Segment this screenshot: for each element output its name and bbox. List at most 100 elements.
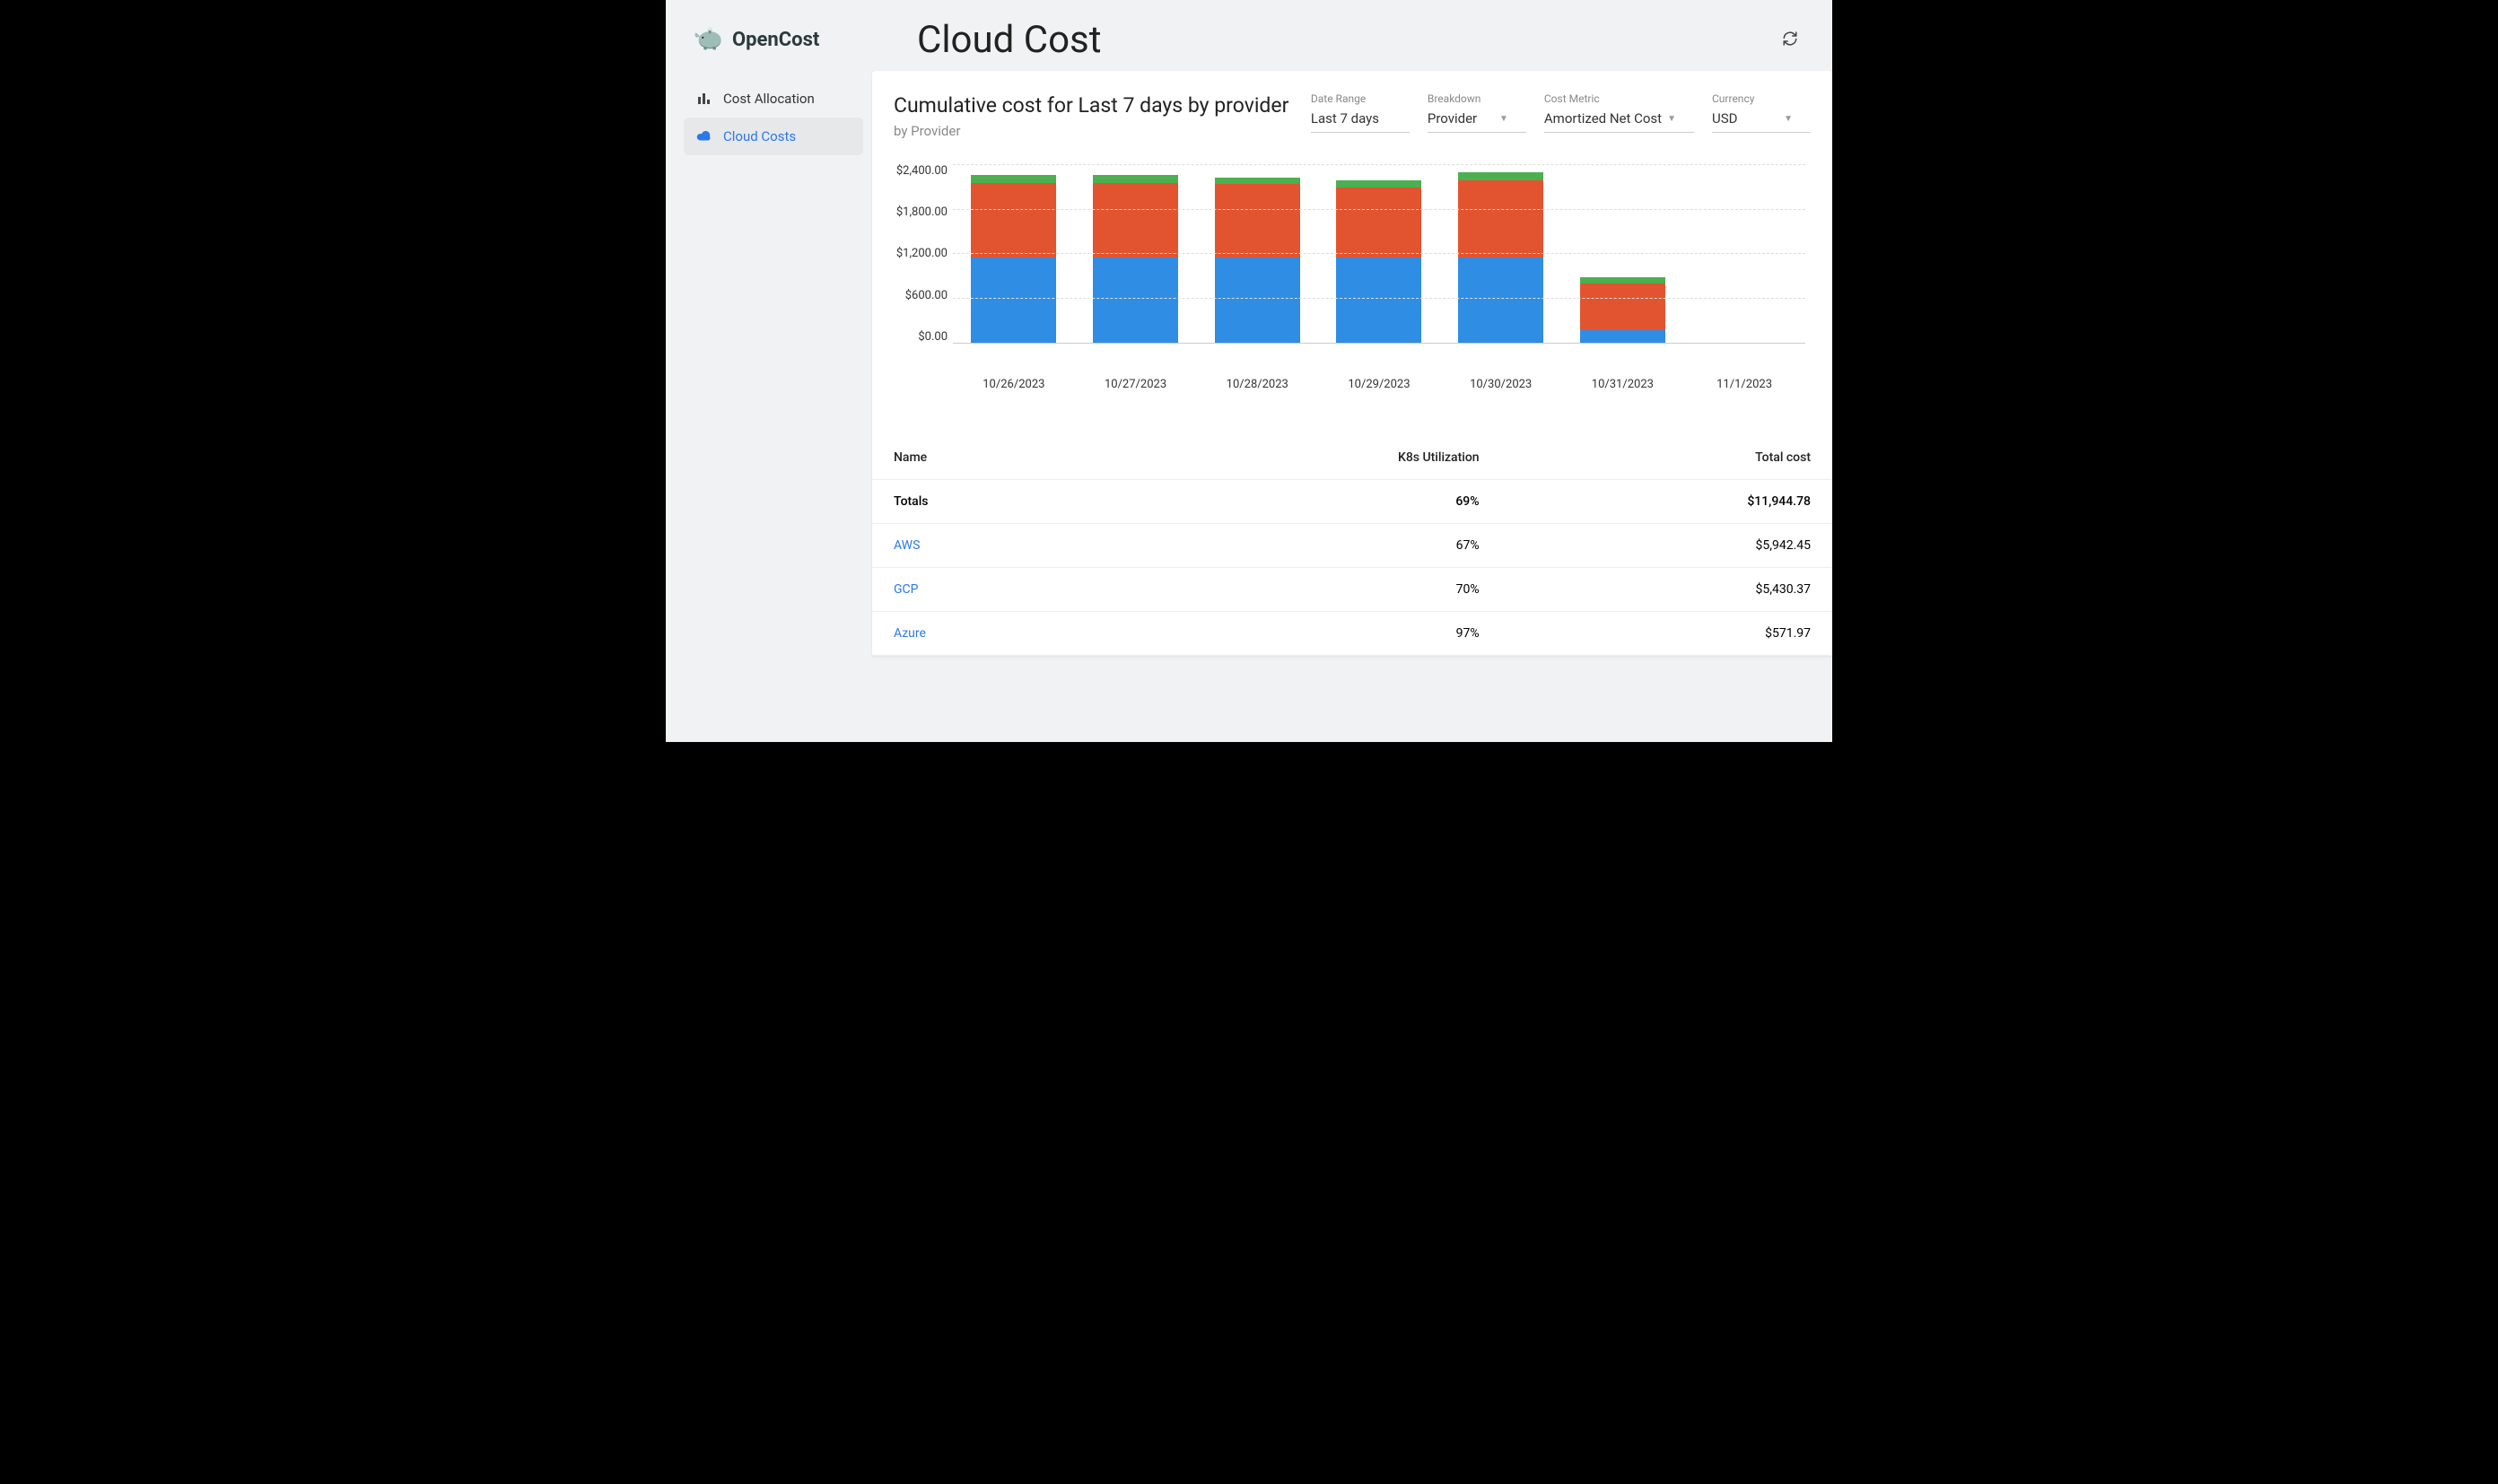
bar-segment <box>1215 184 1300 258</box>
bar-column <box>1093 175 1178 343</box>
filter-bar: Date Range Last 7 days Breakdown Provide… <box>1311 92 1811 133</box>
grid-line <box>953 209 1805 210</box>
x-axis: 10/26/2023 10/27/2023 10/28/2023 10/29/2023… <box>953 371 1805 391</box>
bar-segment <box>1093 183 1178 258</box>
table-header-row: Name K8s Utilization Total cost <box>872 436 1832 480</box>
select-value: USD <box>1712 110 1737 127</box>
grid-line <box>953 164 1805 165</box>
piggy-bank-icon <box>693 22 725 58</box>
sidebar: Cost Allocation Cloud Costs <box>666 71 872 656</box>
refresh-button[interactable] <box>1782 30 1798 51</box>
bar-column <box>1215 178 1300 343</box>
table-row: AWS67%$5,942.45 <box>872 523 1832 567</box>
cell-utilization: 97% <box>1114 611 1500 655</box>
x-tick: 10/30/2023 <box>1458 378 1543 391</box>
bar-column <box>1336 180 1421 343</box>
x-tick: 10/31/2023 <box>1580 378 1665 391</box>
cell-name[interactable]: GCP <box>872 567 1114 611</box>
table-row: Azure97%$571.97 <box>872 611 1832 655</box>
x-tick: 11/1/2023 <box>1702 378 1787 391</box>
y-axis: $2,400.00 $1,800.00 $1,200.00 $600.00 $0.00 <box>881 164 953 344</box>
y-tick: $600.00 <box>905 289 948 302</box>
y-tick: $0.00 <box>918 330 948 344</box>
bar-column <box>971 175 1056 343</box>
filter-label-date-range: Date Range <box>1311 92 1410 105</box>
cell-total: $5,430.37 <box>1501 567 1832 611</box>
bar-segment <box>1458 172 1543 180</box>
bar-segment <box>1336 258 1421 343</box>
bar-chart-icon <box>696 91 712 107</box>
currency-select[interactable]: USD ▼ <box>1712 107 1811 133</box>
select-value: Last 7 days <box>1311 110 1379 127</box>
filter-label-currency: Currency <box>1712 92 1811 105</box>
x-tick: 10/29/2023 <box>1336 378 1421 391</box>
sidebar-item-label: Cost Allocation <box>723 91 815 107</box>
brand-name: OpenCost <box>732 29 819 51</box>
sidebar-item-cost-allocation[interactable]: Cost Allocation <box>684 80 863 118</box>
filter-label-cost-metric: Cost Metric <box>1544 92 1694 105</box>
chevron-down-icon: ▼ <box>1667 114 1676 124</box>
card-header: Cumulative cost for Last 7 days by provi… <box>872 71 1832 146</box>
chart-subtitle: by Provider <box>894 123 1289 139</box>
bar-segment <box>1580 284 1665 330</box>
select-value: Amortized Net Cost <box>1544 110 1662 127</box>
cell-name[interactable]: Azure <box>872 611 1114 655</box>
date-range-select[interactable]: Last 7 days <box>1311 107 1410 133</box>
cell-total: $571.97 <box>1501 611 1832 655</box>
col-total: Total cost <box>1501 436 1832 480</box>
cell-utilization: 69% <box>1114 479 1500 523</box>
cell-utilization: 70% <box>1114 567 1500 611</box>
cell-name: Totals <box>872 479 1114 523</box>
bar-segment <box>1336 188 1421 258</box>
bar-segment <box>1336 180 1421 188</box>
bar-column <box>1458 172 1543 343</box>
cost-table: Name K8s Utilization Total cost Totals69… <box>872 436 1832 656</box>
chart-title: Cumulative cost for Last 7 days by provi… <box>894 92 1289 119</box>
app-root: OpenCost Cloud Cost <box>666 0 1832 742</box>
cloud-icon <box>696 128 712 144</box>
breakdown-select[interactable]: Provider ▼ <box>1428 107 1526 133</box>
body-layout: Cost Allocation Cloud Costs Cumulative c… <box>666 71 1832 656</box>
sidebar-item-label: Cloud Costs <box>723 128 796 144</box>
y-tick: $2,400.00 <box>896 164 948 178</box>
bar-segment <box>971 258 1056 343</box>
grid-line <box>953 253 1805 254</box>
bar-column <box>1580 277 1665 343</box>
filter-label-breakdown: Breakdown <box>1428 92 1526 105</box>
col-utilization: K8s Utilization <box>1114 436 1500 480</box>
cell-name[interactable]: AWS <box>872 523 1114 567</box>
bar-segment <box>1215 258 1300 343</box>
x-tick: 10/27/2023 <box>1093 378 1178 391</box>
bar-segment <box>1093 258 1178 343</box>
chart-area: $2,400.00$1,800.00$1,200.00$600.00$0.00 … <box>872 146 1832 400</box>
bar-segment <box>1215 178 1300 185</box>
bar-segment <box>971 175 1056 182</box>
bar-segment <box>1580 330 1665 343</box>
cost-metric-select[interactable]: Amortized Net Cost ▼ <box>1544 107 1694 133</box>
main-card: Cumulative cost for Last 7 days by provi… <box>872 71 1832 656</box>
x-tick: 10/28/2023 <box>1215 378 1300 391</box>
col-name: Name <box>872 436 1114 480</box>
grid-line <box>953 298 1805 299</box>
header: OpenCost Cloud Cost <box>666 0 1832 71</box>
brand-logo: OpenCost <box>693 22 872 58</box>
cell-utilization: 67% <box>1114 523 1500 567</box>
chart-plot <box>953 164 1805 344</box>
sidebar-item-cloud-costs[interactable]: Cloud Costs <box>684 118 863 155</box>
bar-segment <box>1580 277 1665 284</box>
chevron-down-icon: ▼ <box>1784 114 1793 124</box>
y-tick: $1,800.00 <box>896 205 948 219</box>
chevron-down-icon: ▼ <box>1499 114 1508 124</box>
cell-total: $5,942.45 <box>1501 523 1832 567</box>
y-tick: $1,200.00 <box>896 247 948 260</box>
bar-segment <box>1093 175 1178 182</box>
select-value: Provider <box>1428 110 1477 127</box>
page-title: Cloud Cost <box>917 18 1737 62</box>
table-row: GCP70%$5,430.37 <box>872 567 1832 611</box>
cell-total: $11,944.78 <box>1501 479 1832 523</box>
bar-segment <box>971 183 1056 258</box>
table-row: Totals69%$11,944.78 <box>872 479 1832 523</box>
refresh-icon <box>1782 30 1798 51</box>
bar-segment <box>1458 180 1543 258</box>
x-tick: 10/26/2023 <box>971 378 1056 391</box>
